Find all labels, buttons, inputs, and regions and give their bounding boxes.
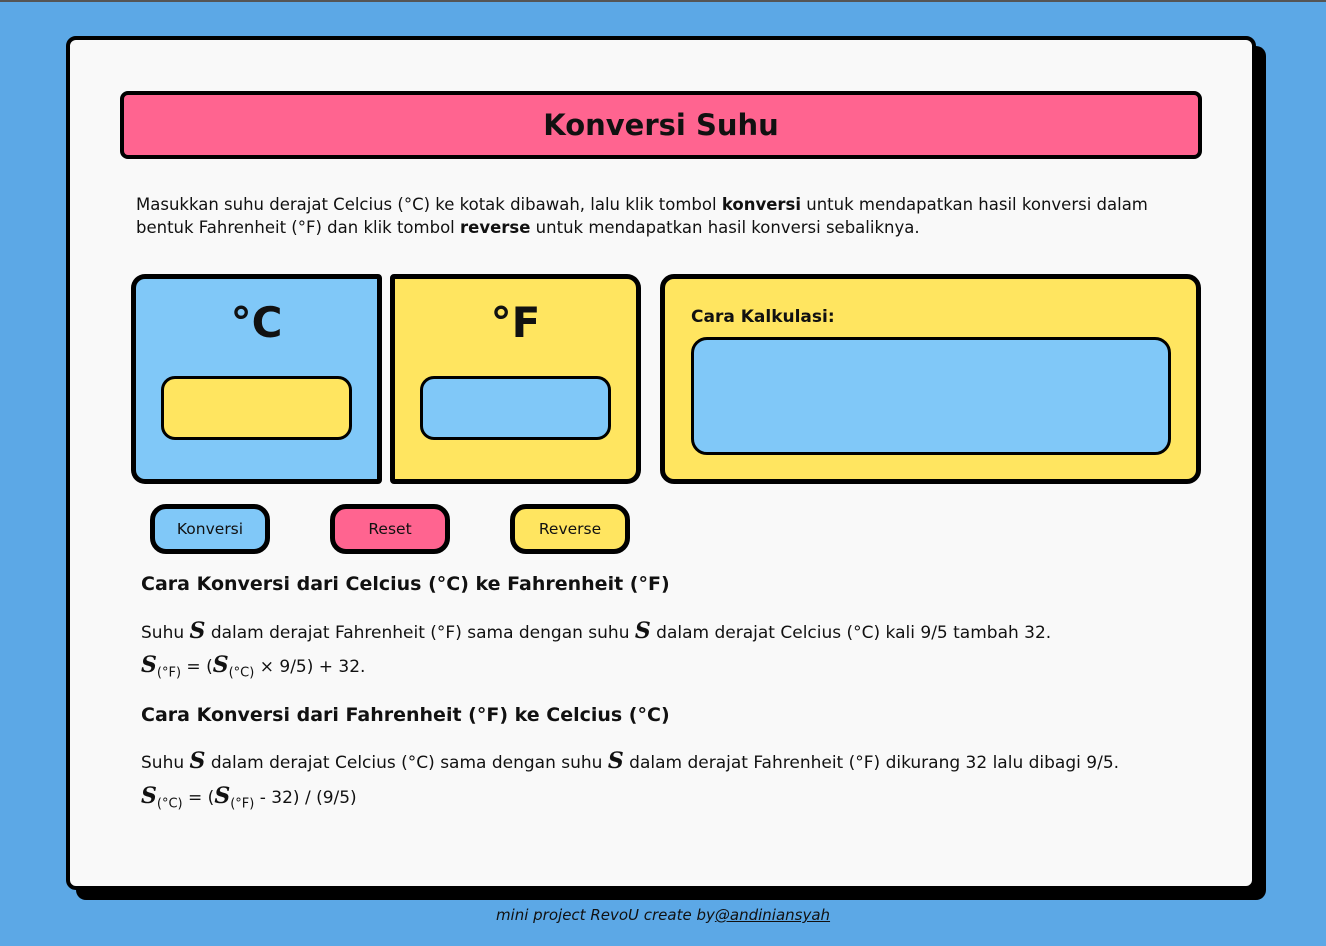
top-border-line	[0, 0, 1326, 2]
symbol-s: S	[189, 618, 206, 644]
formula-subscript: (°C)	[228, 665, 255, 681]
formula-subscript: (°F)	[156, 665, 182, 681]
section-f-to-c-formula: S(°C) = (S(°F) - 32) / (9/5)	[141, 783, 357, 811]
section-f-to-c-title: Cara Konversi dari Fahrenheit (°F) ke Ce…	[141, 704, 670, 726]
calculation-output[interactable]	[691, 337, 1171, 455]
reverse-button[interactable]: Reverse	[510, 504, 630, 554]
symbol-s: S	[212, 652, 229, 678]
formula-subscript: (°F)	[230, 796, 255, 812]
formula-text: = (	[181, 657, 213, 677]
page-title: Konversi Suhu	[543, 108, 779, 142]
section-f-to-c-description: Suhu S dalam derajat Celcius (°C) sama d…	[141, 748, 1119, 774]
desc-text: dalam derajat Fahrenheit (°F) sama denga…	[205, 623, 635, 643]
title-bar: Konversi Suhu	[120, 91, 1202, 159]
reset-button[interactable]: Reset	[330, 504, 450, 554]
symbol-s: S	[214, 783, 231, 809]
fahrenheit-box: °F	[390, 274, 641, 484]
desc-text: dalam derajat Celcius (°C) sama dengan s…	[205, 753, 608, 773]
section-c-to-f-formula: S(°F) = (S(°C) × 9/5) + 32.	[141, 652, 365, 680]
fahrenheit-input[interactable]	[420, 376, 611, 440]
konversi-button[interactable]: Konversi	[150, 504, 270, 554]
symbol-s: S	[141, 652, 157, 678]
desc-text: dalam derajat Fahrenheit (°F) dikurang 3…	[623, 753, 1120, 773]
formula-text: = (	[182, 788, 215, 808]
formula-subscript: (°C)	[156, 796, 183, 812]
intro-bold-reverse: reverse	[460, 218, 531, 237]
fahrenheit-unit-label: °F	[490, 298, 541, 347]
formula-text: × 9/5) + 32.	[254, 657, 366, 677]
section-c-to-f-title: Cara Konversi dari Celcius (°C) ke Fahre…	[141, 573, 670, 595]
intro-bold-konversi: konversi	[721, 195, 802, 214]
desc-text: dalam derajat Celcius (°C) kali 9/5 tamb…	[650, 623, 1052, 643]
desc-text: Suhu	[141, 623, 190, 643]
desc-text: Suhu	[141, 753, 190, 773]
celsius-unit-label: °C	[230, 298, 283, 347]
formula-text: - 32) / (9/5)	[254, 788, 357, 808]
intro-part-1: Masukkan suhu derajat Celcius (°C) ke ko…	[136, 195, 722, 214]
footer-text: mini project RevoU create by	[495, 906, 715, 924]
intro-text: Masukkan suhu derajat Celcius (°C) ke ko…	[136, 193, 1196, 239]
calculation-box: Cara Kalkulasi:	[660, 274, 1201, 484]
section-c-to-f-description: Suhu S dalam derajat Fahrenheit (°F) sam…	[141, 618, 1051, 644]
celsius-input[interactable]	[161, 376, 352, 440]
symbol-s: S	[607, 748, 624, 774]
symbol-s: S	[189, 748, 206, 774]
symbol-s: S	[634, 618, 651, 644]
symbol-s: S	[141, 783, 157, 809]
calculation-label: Cara Kalkulasi:	[691, 307, 835, 327]
footer-author-link[interactable]: @andiniansyah	[715, 906, 830, 924]
footer: mini project RevoU create by@andiniansya…	[0, 906, 1326, 924]
intro-part-3: untuk mendapatkan hasil konversi sebalik…	[530, 218, 920, 237]
celsius-box: °C	[131, 274, 382, 484]
